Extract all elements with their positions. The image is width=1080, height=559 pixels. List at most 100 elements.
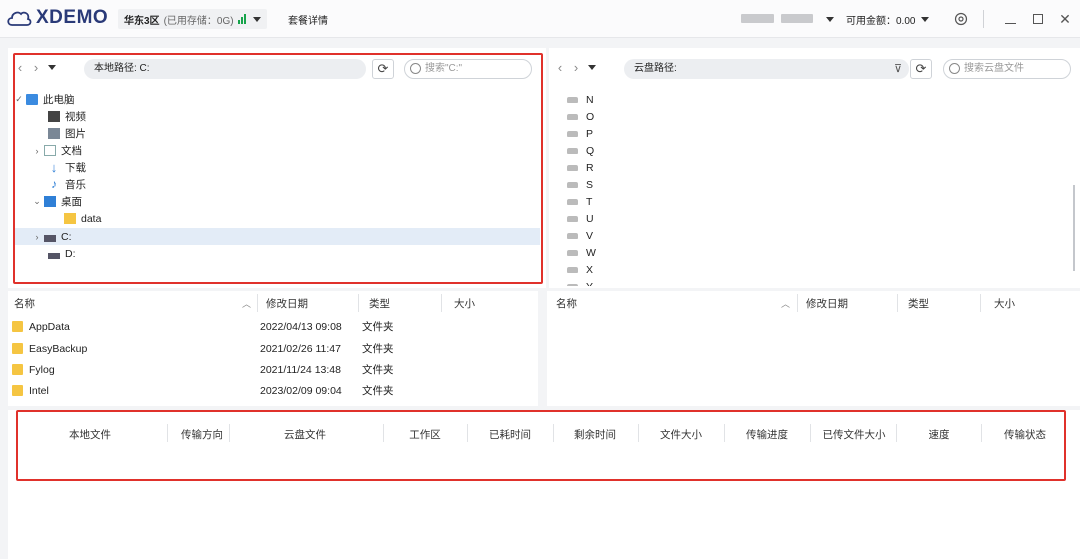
drive-icon [567,113,578,120]
cloud-drive-v[interactable]: V [567,227,593,244]
chevron-down-icon [252,16,261,22]
drive-label: O [586,110,595,123]
cloud-drive-p[interactable]: P [567,125,593,142]
cloud-nav: ‹ › [552,60,596,75]
balance-menu[interactable]: 可用金额：0.00 [846,12,930,27]
cloud-drive-o[interactable]: O [567,108,594,125]
cloud-drive-x[interactable]: X [567,261,593,278]
scrollbar[interactable] [1073,185,1075,271]
folder-icon [12,321,23,332]
cloud-drive-q[interactable]: Q [567,142,594,159]
file-type: 文件夹 [362,385,394,397]
sort-up-icon: ︿ [781,299,791,309]
file-modified: 2022/04/13 09:08 [260,320,342,333]
file-name: AppData [29,320,70,333]
drive-label: R [586,161,594,174]
drive-icon [567,181,578,188]
drive-icon [567,164,578,171]
file-name: Fylog [29,363,55,376]
file-name: Intel [29,384,49,397]
account-dropdown-icon[interactable] [826,17,834,22]
app-logo-text: XDEMO [36,7,109,28]
back-icon[interactable]: ‹ [552,60,568,75]
search-icon [949,63,960,74]
package-details-link[interactable]: 套餐详情 [288,12,328,27]
folder-icon [12,343,23,354]
account-blurred-2 [781,14,813,23]
region-selector[interactable]: 华东3区 (已用存储：0G) [118,9,267,29]
column-header-size[interactable]: 大小 [994,292,1015,314]
column-divider [358,294,359,312]
history-dropdown-icon[interactable] [588,65,596,70]
column-header-modified[interactable]: 修改日期 [806,292,848,314]
file-type: 文件夹 [362,321,394,333]
column-divider [441,294,442,312]
close-icon[interactable]: ✕ [1055,9,1075,29]
cloud-drive-s[interactable]: S [567,176,593,193]
column-divider [980,294,981,312]
column-divider [257,294,258,312]
column-divider [797,294,798,312]
annotation-box-local [13,53,543,284]
region-name: 华东3区 [124,15,160,27]
cloud-search-input[interactable]: 搜索云盘文件 [943,59,1071,79]
balance-text: 可用金额：0.00 [846,16,916,27]
file-modified: 2023/02/09 09:04 [260,384,342,397]
title-bar: XDEMO 华东3区 (已用存储：0G) 套餐详情 可用金额：0.00 ✕ [0,0,1080,38]
file-row[interactable]: AppData [12,316,70,337]
divider [983,10,984,28]
column-header-modified[interactable]: 修改日期 [266,292,308,314]
cloud-drive-u[interactable]: U [567,210,594,227]
drive-label: P [586,127,594,140]
filter-icon[interactable]: ⊽ [887,59,909,79]
drive-icon [567,147,578,154]
drive-label: N [586,93,594,106]
column-header-type[interactable]: 类型 [908,292,929,314]
account-blurred [741,14,774,23]
annotation-box-transfer [16,410,1066,481]
drive-icon [567,266,578,273]
sort-up-icon: ︿ [242,299,252,309]
signal-icon [237,14,247,24]
file-type: 文件夹 [362,343,394,355]
file-row[interactable]: Fylog [12,359,55,380]
cloud-drive-t[interactable]: T [567,193,592,210]
drive-icon [567,96,578,103]
drive-label: S [586,178,594,191]
drive-label: Q [586,144,595,157]
file-row[interactable]: EasyBackup [12,338,87,359]
cloud-path-field[interactable]: 云盘路径: [624,59,909,79]
column-header-type[interactable]: 类型 [369,292,390,314]
drive-label: W [586,246,596,259]
cloud-drive-n[interactable]: N [567,91,594,108]
file-type: 文件夹 [362,364,394,376]
column-header-name[interactable]: 名称 [14,292,35,314]
drive-label: T [586,195,593,208]
drive-icon [567,198,578,205]
column-header-size[interactable]: 大小 [454,292,475,314]
file-name: EasyBackup [29,342,88,355]
settings-gear-icon[interactable] [951,9,971,29]
file-modified: 2021/11/24 13:48 [260,363,341,376]
cloud-search-placeholder: 搜索云盘文件 [964,63,1024,74]
chevron-down-icon [921,17,930,22]
maximize-icon[interactable] [1028,9,1048,29]
cloud-drive-w[interactable]: W [567,244,596,261]
cloud-drive-r[interactable]: R [567,159,594,176]
drive-label: V [586,229,594,242]
cloud-logo-icon [7,11,32,26]
refresh-icon[interactable]: ⟳ [910,59,932,79]
column-header-name[interactable]: 名称 [556,292,577,314]
drive-label: Y [586,281,593,287]
forward-icon[interactable]: › [568,60,584,75]
cloud-drive-list: N O P Q R S T U V W X Y [553,86,1073,286]
storage-used: (已用存储：0G) [163,15,234,27]
cloud-drive-y[interactable]: Y [567,278,593,286]
drive-label: X [586,263,594,276]
column-divider [897,294,898,312]
minimize-icon[interactable] [1000,9,1020,29]
file-row[interactable]: Intel [12,380,49,401]
drive-icon [567,232,578,239]
drive-icon [567,283,578,286]
folder-icon [12,364,23,375]
